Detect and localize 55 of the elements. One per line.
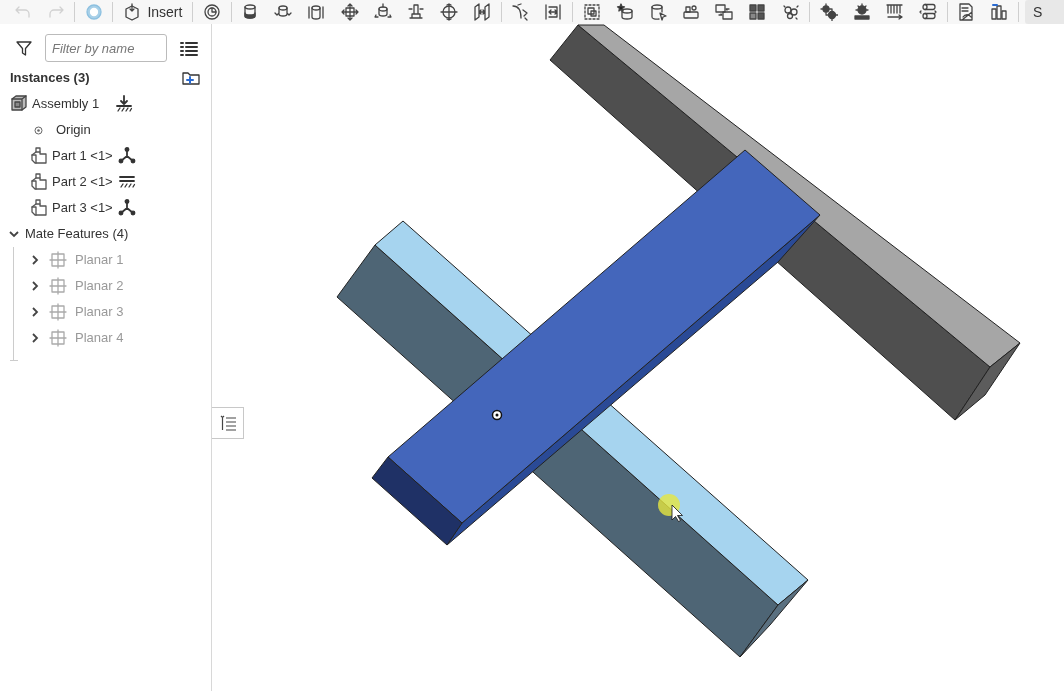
cluster-icon: [781, 3, 800, 21]
planar-mate-icon: [49, 303, 67, 321]
cylinder-cursor-icon: [648, 3, 667, 21]
instance-item[interactable]: Part 2 <1>: [0, 169, 211, 195]
part-icon: [30, 199, 48, 217]
instance-item[interactable]: Origin: [0, 117, 211, 143]
clock-icon: [202, 3, 221, 21]
globe-cross-icon: [440, 3, 459, 21]
comb-arrow-icon: [885, 3, 904, 21]
section-heading: Instances (3): [10, 69, 90, 88]
assembly-icon: [10, 95, 28, 113]
planar-mate-icon: [49, 277, 67, 295]
chevron-right-icon: [29, 280, 41, 292]
blocks-icon: [682, 3, 701, 21]
planar-mate-icon: [49, 329, 67, 347]
mate-features-folder[interactable]: Mate Features (4): [0, 221, 211, 247]
four-arrows-icon: [340, 3, 359, 21]
instance-item[interactable]: Assembly 1: [0, 91, 211, 117]
grid-squares-icon: [748, 3, 767, 21]
chevron-right-icon: [29, 332, 41, 344]
chevron-right-icon: [29, 306, 41, 318]
origin-point-icon: [491, 409, 503, 421]
star-cylinder-icon: [615, 3, 634, 21]
instance-item[interactable]: Part 3 <1>: [0, 195, 211, 221]
insert-button[interactable]: Insert: [115, 0, 191, 24]
filter-icon: [15, 39, 33, 57]
folder-plus-icon: [182, 69, 200, 87]
cylinder-arrows-icon: [373, 3, 392, 21]
part-icon: [30, 147, 48, 165]
list-icon: [180, 39, 198, 57]
circle-icon: [84, 3, 103, 21]
part-icon: [30, 173, 48, 191]
filter-field[interactable]: Filter by name: [45, 34, 167, 62]
box-arrow-icon: [123, 3, 142, 21]
overlapping-squares-icon: [715, 3, 734, 21]
instance-item[interactable]: Part 1 <1>: [0, 143, 211, 169]
pin-icon: [406, 3, 425, 21]
toolbar-button[interactable]: S: [1024, 0, 1064, 24]
dashed-squares-icon: [582, 3, 601, 21]
bracket-arrows-icon: [544, 3, 563, 21]
planar-mate-icon: [49, 251, 67, 269]
list-icon: [218, 414, 237, 432]
plane-arrows-icon: [473, 3, 492, 21]
panel-toggle-button[interactable]: [212, 407, 244, 439]
chevron-down-icon: [8, 228, 20, 240]
cylinder-bars-icon: [307, 3, 326, 21]
curve-arrow-icon: [511, 3, 530, 21]
cylinders-arrows-icon: [919, 3, 938, 21]
cursor-icon: [658, 494, 683, 522]
gears-icon: [819, 3, 838, 21]
origin-icon: [34, 125, 43, 135]
chevron-right-icon: [29, 254, 41, 266]
filter-button[interactable]: [14, 38, 34, 58]
bar-chart-icon: [990, 3, 1009, 21]
gear-base-icon: [852, 3, 871, 21]
